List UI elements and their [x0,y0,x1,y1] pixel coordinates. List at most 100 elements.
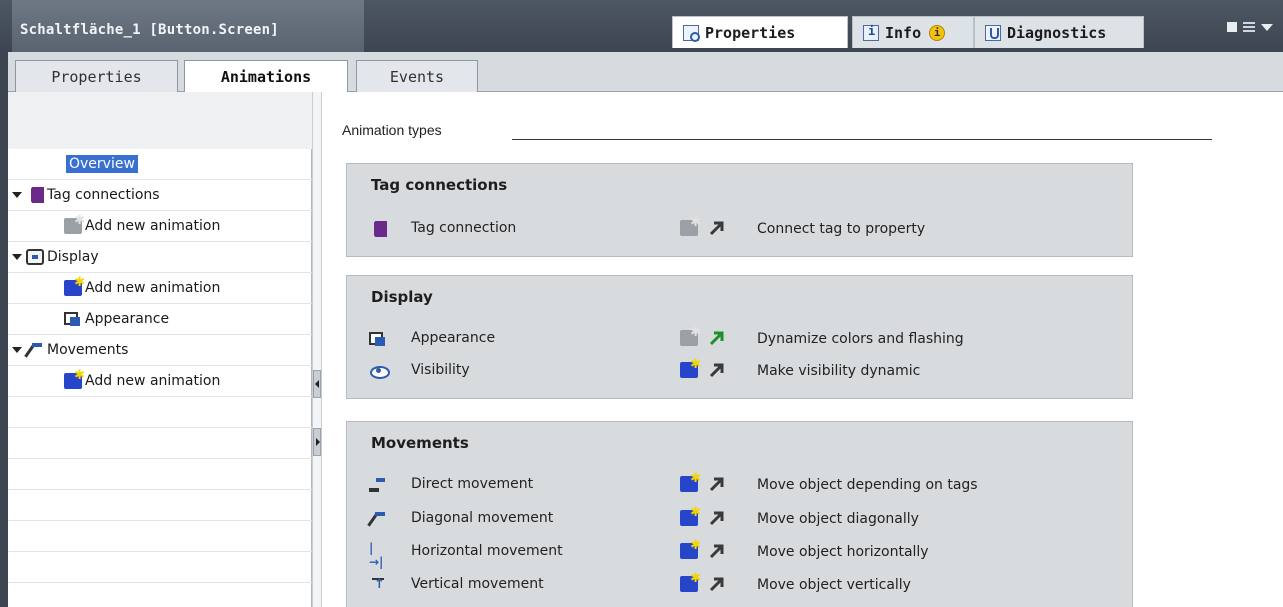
animation-tree: Overview Tag connections Add new animati… [8,92,312,607]
animation-description: Move object depending on tags [757,477,978,493]
animation-description: Move object horizontally [757,544,929,560]
float-window-icon[interactable] [1227,22,1237,32]
tree-item-add-animation[interactable]: Add new animation [8,366,312,397]
properties-icon [683,24,700,42]
tab-info[interactable]: Info i [852,16,974,48]
add-animation-icon[interactable] [680,471,701,492]
tag-icon [369,221,387,237]
tree-item-label: Add new animation [85,218,221,234]
tree-group-tag-connections[interactable]: Tag connections [8,180,312,211]
collapse-left-button[interactable] [313,370,321,398]
add-animation-icon[interactable] [680,571,701,592]
tree-item-add-animation[interactable]: Add new animation [8,211,312,242]
menu-icon[interactable] [1243,22,1255,32]
tree-item-label: Add new animation [85,280,221,296]
animation-description: Make visibility dynamic [757,363,921,379]
arrow-icon[interactable] [709,543,725,559]
expand-right-button[interactable] [313,428,321,456]
tag-icon [26,187,44,203]
tree-group-label: Movements [47,342,129,358]
animation-row: Direct movement Move object depending on… [347,470,1134,500]
tree-empty-row [8,490,312,521]
tree-empty-row [8,583,312,607]
animation-description: Connect tag to property [757,221,926,237]
animation-description: Move object diagonally [757,511,919,527]
add-animation-icon [64,213,85,234]
chevron-down-icon[interactable] [12,254,22,260]
add-animation-icon[interactable] [680,357,701,378]
animation-description: Move object vertically [757,577,911,593]
subtab-animations[interactable]: Animations [184,60,348,93]
group-title: Display [371,288,433,306]
tab-diagnostics[interactable]: Diagnostics [974,16,1144,48]
visibility-icon [369,363,390,379]
animation-label: Horizontal movement [411,543,563,559]
tab-properties[interactable]: Properties [672,16,848,48]
left-border [0,52,8,607]
tree-group-label: Display [47,249,99,265]
subtab-bar: Properties Animations Events [8,52,1283,93]
direct-movement-icon [369,477,387,493]
horizontal-movement-icon [369,541,387,569]
tree-empty-row [8,428,312,459]
diagonal-movement-icon [369,511,387,527]
chevron-right-icon [316,438,320,446]
animation-label: Visibility [411,362,470,378]
tree-empty-row [8,521,312,552]
appearance-icon [369,331,387,347]
add-animation-icon[interactable] [680,505,701,526]
animation-label: Direct movement [411,476,534,492]
diagnostics-icon [985,24,1001,41]
panel-splitter[interactable] [312,92,322,607]
group-movements: Movements Direct movement Move object de… [346,421,1133,607]
tree-item-appearance[interactable]: Appearance [8,304,312,335]
arrow-icon[interactable] [709,576,725,592]
animation-label: Diagonal movement [411,510,554,526]
animation-row: Tag connection Connect tag to property [347,214,1134,244]
chevron-left-icon [315,380,319,388]
window-controls [1227,22,1273,32]
tree-group-display[interactable]: Display [8,242,312,273]
animation-label: Appearance [411,330,496,346]
window-title: Schaltfläche_1 [Button.Screen] [12,0,364,52]
tab-properties-label: Properties [705,23,796,42]
add-animation-icon[interactable] [680,538,701,559]
tab-info-label: Info [885,23,922,42]
section-title: Animation types [342,122,442,138]
add-animation-icon [680,325,701,346]
chevron-down-icon[interactable] [1261,23,1273,31]
display-icon [26,249,44,265]
arrow-icon[interactable] [709,220,725,236]
vertical-movement-icon [369,577,387,593]
add-animation-icon [64,368,85,389]
animation-row: Appearance Dynamize colors and flashing [347,324,1134,354]
tab-diagnostics-label: Diagnostics [1007,23,1107,42]
animation-row: Visibility Make visibility dynamic [347,356,1134,386]
subtab-events[interactable]: Events [356,60,478,92]
tree-item-label: Add new animation [85,373,221,389]
tree-item-add-animation[interactable]: Add new animation [8,273,312,304]
chevron-down-icon[interactable] [12,192,22,198]
tree-group-movements[interactable]: Movements [8,335,312,366]
tree-empty-row [8,459,312,490]
tree-group-label: Tag connections [47,187,160,203]
group-title: Movements [371,434,469,452]
arrow-icon[interactable] [709,362,725,378]
subtab-properties[interactable]: Properties [15,60,178,92]
group-title: Tag connections [371,176,508,194]
animation-label: Tag connection [411,220,517,236]
animation-row: Vertical movement Move object vertically [347,570,1134,600]
add-animation-icon [680,215,701,236]
tree-item-overview[interactable]: Overview [8,149,312,180]
chevron-down-icon[interactable] [12,347,22,353]
tree-empty-row [8,552,312,583]
inspector-titlebar: Schaltfläche_1 [Button.Screen] Propertie… [0,0,1283,52]
info-icon [863,24,879,41]
movement-icon [26,342,44,358]
arrow-icon[interactable] [709,476,725,492]
group-display: Display Appearance Dynamize colors and f… [346,275,1133,399]
group-tag-connections: Tag connections Tag connection Connect t… [346,163,1133,257]
section-divider [512,139,1212,140]
arrow-icon[interactable] [709,510,725,526]
arrow-icon[interactable] [709,330,725,346]
